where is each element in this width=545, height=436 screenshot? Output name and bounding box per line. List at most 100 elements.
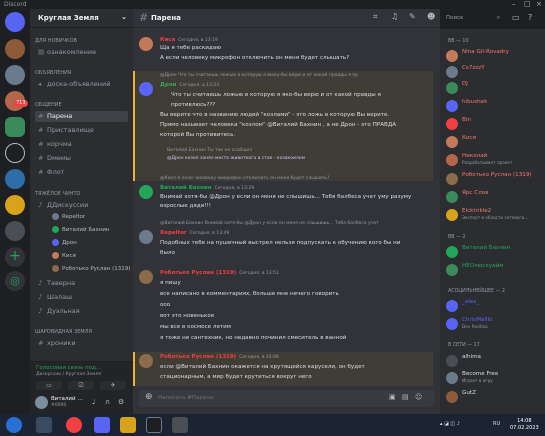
avatar[interactable]: [139, 354, 153, 368]
voice-user[interactable]: Repeltor: [52, 213, 85, 220]
maximize-icon[interactable]: □: [524, 0, 531, 8]
server-icon-5[interactable]: [5, 169, 25, 189]
voice-user[interactable]: Виталий Бахнин: [52, 226, 110, 233]
category-general[interactable]: ОБЩЕНИЕ: [35, 102, 62, 108]
screen-share-button[interactable]: ⎚: [68, 381, 94, 390]
message-author[interactable]: Кися Сегодня, в 13:19: [160, 37, 218, 43]
voice-channel-discussions[interactable]: ♪ ДДискуссии: [35, 200, 128, 211]
member-item[interactable]: Cs7zzzY: [446, 65, 542, 79]
search-input[interactable]: Поиск ⌕: [443, 13, 503, 24]
tray-icons[interactable]: ▴ ◪ ◫ ♪: [440, 421, 460, 427]
channel-flood[interactable]: # Флот: [35, 167, 128, 178]
members-icon[interactable]: ☻: [427, 12, 435, 21]
explorer-icon[interactable]: [120, 417, 136, 433]
voice-user[interactable]: Кися: [52, 252, 76, 259]
voice-user[interactable]: Дрон: [52, 239, 77, 246]
member-item[interactable]: Bin: [446, 117, 542, 131]
message-author[interactable]: Дрон Сегодня, в 13:23: [160, 82, 219, 88]
voice-channel-shalash[interactable]: ♪ Шалаш: [35, 292, 128, 303]
channel-label: корчма: [47, 140, 72, 148]
member-item[interactable]: hibushek: [446, 99, 542, 113]
avatar[interactable]: [139, 185, 153, 199]
add-server-icon[interactable]: +: [5, 247, 25, 267]
reply-preview[interactable]: @Дрон Что ты считаешь ложью в которую я …: [160, 73, 358, 78]
message-author[interactable]: Роботько Руслан (1319) Сегодня, в 14:06: [160, 354, 279, 360]
avatar[interactable]: [139, 82, 153, 96]
channel-memes[interactable]: # Dмемы: [35, 153, 128, 164]
member-item[interactable]: Elcktrikle2 Эксперт в области сетевого…: [446, 208, 542, 222]
gift-icon[interactable]: ▣: [389, 393, 396, 401]
member-item[interactable]: alhima: [446, 354, 542, 368]
close-icon[interactable]: ×: [536, 0, 542, 8]
member-item[interactable]: НЕОлюскуайм: [446, 263, 542, 277]
video-button[interactable]: ▭: [36, 381, 62, 390]
voice-user[interactable]: Роботько Руслан (1319): [52, 265, 130, 272]
member-item[interactable]: Николай Разрабатывает проект: [446, 153, 542, 167]
server-icon-active[interactable]: [5, 117, 25, 137]
channel-parena[interactable]: # Парена: [35, 111, 128, 122]
member-item[interactable]: Nina Gil-Rovadry: [446, 49, 542, 63]
member-item[interactable]: Ярс Слов: [446, 190, 542, 204]
member-item[interactable]: ChrisMallki Dev Positivo: [446, 317, 542, 331]
voice-channel-taverna[interactable]: ♪ Таверна: [35, 278, 128, 289]
activity-button[interactable]: ✈: [100, 381, 126, 390]
member-item[interactable]: Become Free Играет в игру: [446, 371, 542, 385]
category-wide[interactable]: ШАРОВИДНАЯ ЗЕМЛЯ: [35, 329, 92, 335]
category-heavy[interactable]: ТЯЖЁЛОЕ ЧИНТО: [35, 191, 80, 197]
voice-channel-duel[interactable]: ♪ Дуэльная: [35, 306, 128, 317]
channel-intro[interactable]: ▤ ознакомление: [35, 47, 128, 58]
plus-icon[interactable]: ⊕: [145, 392, 153, 402]
channel-board[interactable]: ◂ доска-объявлений: [35, 79, 128, 90]
channel-pristavlishe[interactable]: # Приставлище: [35, 125, 128, 136]
start-icon[interactable]: [6, 417, 22, 433]
steam-icon[interactable]: [146, 417, 162, 433]
member-item[interactable]: _alex_: [446, 299, 542, 313]
system-clock[interactable]: 14:08 07.02.2023: [510, 418, 539, 432]
message-author[interactable]: Виталий Бахнин Сегодня, в 13:29: [160, 185, 254, 191]
discord-taskbar-icon[interactable]: [94, 417, 110, 433]
pin-icon[interactable]: ✎: [409, 12, 416, 21]
channel-korchma[interactable]: # корчма: [35, 139, 128, 150]
language-indicator[interactable]: RU: [493, 421, 500, 427]
gif-icon[interactable]: ▤: [402, 393, 409, 401]
server-icon-triangle[interactable]: [5, 143, 25, 163]
message-composer[interactable]: ⊕ Написать #Парена ▣ ▤ ☺: [139, 390, 434, 407]
microphone-icon[interactable]: ♩: [92, 398, 95, 406]
bell-icon[interactable]: ♫: [391, 12, 398, 21]
category-announce[interactable]: ОБЪЯВЛЕНИЯ: [35, 70, 71, 76]
explore-icon[interactable]: ◎: [5, 271, 25, 291]
member-item[interactable]: DJ: [446, 81, 542, 95]
headphones-icon[interactable]: ∩: [105, 398, 110, 406]
gear-icon[interactable]: ⚙: [118, 398, 124, 406]
minimize-icon[interactable]: –: [512, 0, 516, 8]
avatar[interactable]: [139, 37, 153, 51]
category-newbies[interactable]: ДЛЯ НОВИЧКОВ: [35, 38, 77, 44]
guild-header[interactable]: Круглая Земля ⌄: [30, 9, 133, 28]
channel-label: хроники: [47, 339, 76, 347]
member-item[interactable]: GutZ: [446, 390, 542, 404]
server-icon-2[interactable]: [5, 65, 25, 85]
help-icon[interactable]: ?: [528, 13, 532, 22]
yandex-browser-icon[interactable]: [66, 417, 82, 433]
message-author[interactable]: Роботько Руслан (1319) Сегодня, в 13:51: [160, 270, 279, 276]
channel-chronicles[interactable]: # хроники: [35, 338, 128, 349]
server-icon-1[interactable]: [5, 39, 25, 59]
member-item[interactable]: Кися: [446, 135, 542, 149]
message-author[interactable]: Repeltor Сегодня, в 13:49: [160, 230, 229, 236]
voice-location[interactable]: Дискуссии / Круглая Земля: [36, 372, 101, 377]
emoji-icon[interactable]: ☺: [415, 393, 422, 401]
member-item[interactable]: Виталий Бахнин: [446, 245, 542, 259]
taskbar-app-1[interactable]: [36, 417, 52, 433]
taskbar-app-6[interactable]: [172, 417, 188, 433]
avatar[interactable]: [35, 396, 48, 409]
inbox-icon[interactable]: ▭: [512, 13, 520, 22]
server-icon-6[interactable]: [5, 195, 25, 215]
member-item[interactable]: Роботько Руслан (1319): [446, 172, 542, 186]
threads-icon[interactable]: ⌗: [373, 12, 378, 22]
avatar[interactable]: [139, 270, 153, 284]
reply-preview[interactable]: @Виталий Бахнин Внимай хотя-бы @Дрон у е…: [160, 221, 379, 226]
home-icon[interactable]: [5, 12, 25, 32]
avatar[interactable]: [139, 230, 153, 244]
reply-preview[interactable]: @Кися А если человеку микрофон отключить…: [160, 176, 329, 181]
server-icon-7[interactable]: [5, 221, 25, 241]
